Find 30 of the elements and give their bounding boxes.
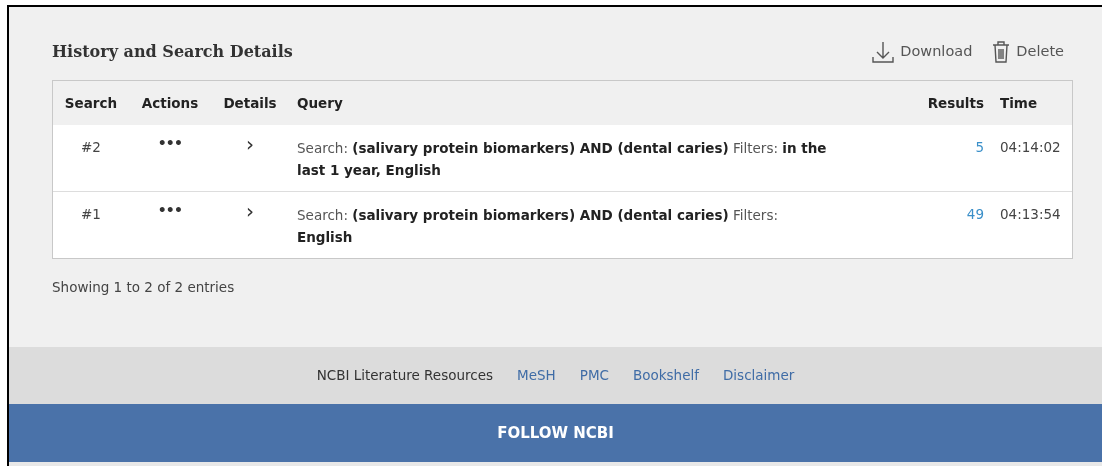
actions-button[interactable]: •••: [157, 133, 183, 154]
footer-link[interactable]: Bookshelf: [632, 365, 699, 386]
column-header: Query: [289, 81, 912, 125]
follow-banner-title: FOLLOW NCBI: [497, 422, 614, 444]
column-header: Actions: [129, 81, 211, 125]
results-link[interactable]: 5: [975, 139, 984, 155]
actions-button[interactable]: •••: [157, 200, 183, 221]
details-button[interactable]: ›: [246, 199, 254, 223]
column-header: Results: [912, 81, 992, 125]
results-link[interactable]: 49: [966, 206, 984, 222]
time-cell: 04:13:54: [992, 191, 1072, 258]
search-number: #1: [53, 191, 129, 258]
delete-button[interactable]: Delete: [992, 40, 1064, 64]
column-header: Search: [53, 81, 129, 125]
section-title: History and Search Details: [52, 41, 293, 63]
entries-info: Showing 1 to 2 of 2 entries: [52, 278, 235, 297]
download-icon: [872, 40, 895, 64]
download-button[interactable]: Download: [872, 40, 973, 64]
footer-link[interactable]: PMC: [579, 365, 609, 386]
trash-icon: [992, 40, 1011, 64]
search-number: #2: [53, 125, 129, 192]
query-text: Search: (salivary protein biomarkers) AND (dental caries) Filters: English: [289, 191, 912, 258]
footer-link[interactable]: Disclaimer: [722, 365, 795, 386]
details-button[interactable]: ›: [246, 132, 254, 156]
footer-label: NCBI Literature Resources: [316, 366, 494, 386]
query-text: Search: (salivary protein biomarkers) AND (dental caries) Filters: in the last 1 year, English: [289, 125, 912, 192]
time-cell: 04:14:02: [992, 125, 1072, 192]
column-header: Time: [992, 81, 1072, 125]
column-header: Details: [211, 81, 289, 125]
footer-link[interactable]: MeSH: [517, 365, 556, 386]
